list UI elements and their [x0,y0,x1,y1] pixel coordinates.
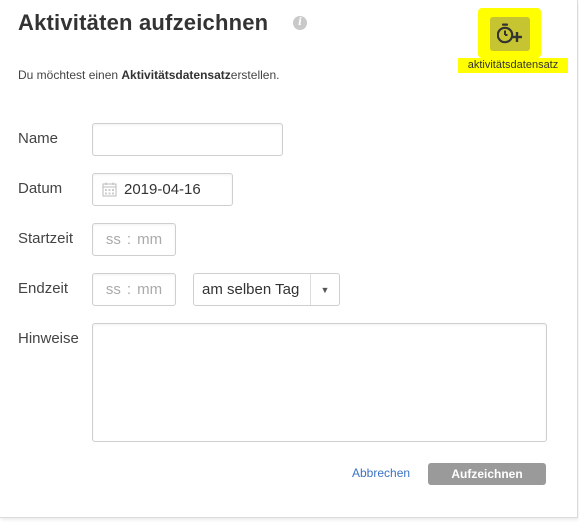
record-button[interactable]: Aufzeichnen [428,463,546,485]
end-time-label: Endzeit [18,280,69,297]
end-time-separator: : [126,281,132,298]
subtitle-bold: Aktivitätsdatensatz [121,68,231,82]
end-minutes-placeholder: mm [137,281,163,298]
name-input[interactable] [92,123,283,156]
end-time-input[interactable]: ss : mm [92,273,176,306]
end-hours-placeholder: ss [105,281,121,298]
start-minutes-placeholder: mm [137,231,163,248]
dialog-title: Aktivitäten aufzeichnen [18,10,269,35]
subtitle-prefix: Du möchtest einen [18,68,122,82]
start-time-separator: : [126,231,132,248]
subtitle-suffix: erstellen. [230,68,280,82]
name-label: Name [18,130,59,147]
calendar-icon [102,182,117,197]
start-time-input[interactable]: ss : mm [92,223,176,256]
dialog-subtitle: Du möchtest einen Aktivitätsdatensatzers… [18,68,279,82]
cancel-link[interactable]: Abbrechen [352,466,410,480]
date-label: Datum [18,180,63,197]
chevron-down-icon[interactable]: ▼ [310,274,339,305]
info-icon[interactable]: i [293,16,307,30]
date-input[interactable]: 2019-04-16 [92,173,233,206]
stopwatch-plus-icon [497,23,522,44]
notes-label: Hinweise [18,330,79,347]
notes-textarea[interactable] [92,323,547,442]
end-day-select-value: am selben Tag [202,281,300,298]
add-activity-label: aktivitätsdatensatz [458,58,568,73]
record-activity-dialog: Aktivitäten aufzeichnen i aktivitätsdate… [0,0,578,518]
start-time-label: Startzeit [18,230,74,247]
end-day-select[interactable]: am selben Tag ▼ [193,273,340,306]
start-hours-placeholder: ss [105,231,121,248]
add-activity-button[interactable] [490,17,530,51]
date-value: 2019-04-16 [124,181,201,198]
